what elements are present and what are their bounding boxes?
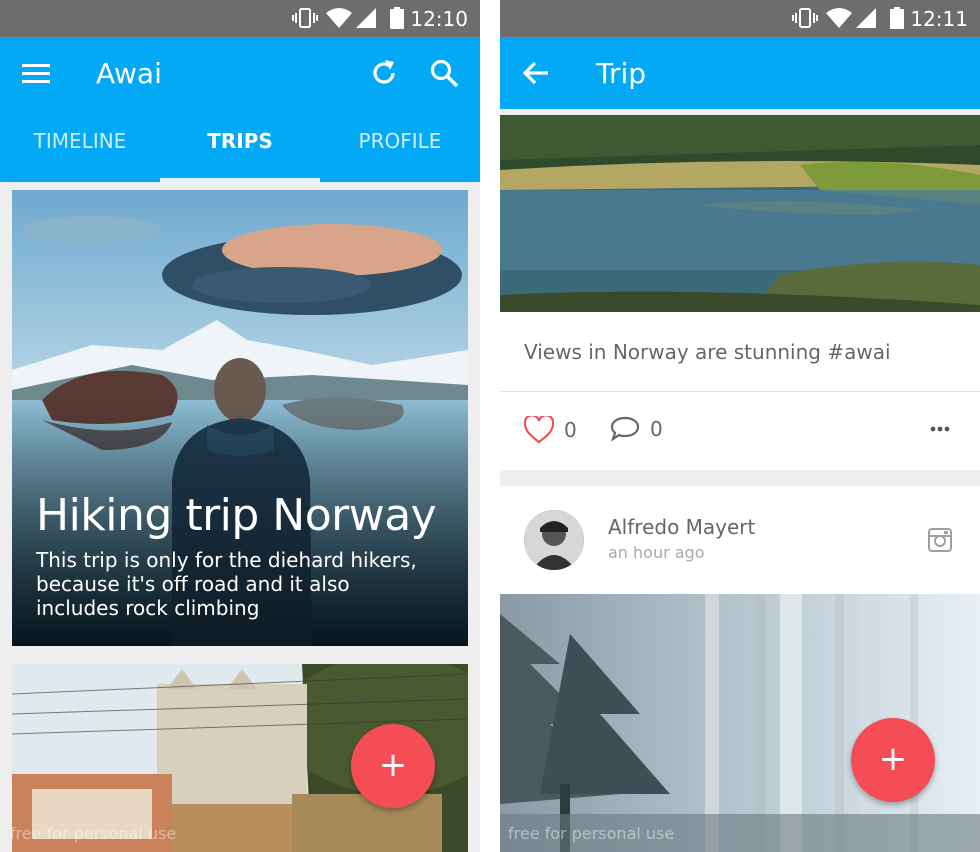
section-gap <box>500 470 980 486</box>
post-actions: 0 0 <box>500 392 980 470</box>
post-time: an hour ago <box>608 543 705 562</box>
avatar[interactable] <box>524 510 584 570</box>
tab-bar: TIMELINE TRIPS PROFILE <box>0 109 480 182</box>
refresh-icon[interactable] <box>368 57 400 89</box>
tab-label: TRIPS <box>207 129 273 153</box>
add-post-button[interactable]: + <box>851 718 935 802</box>
back-arrow-icon[interactable] <box>520 57 552 89</box>
vibrate-icon <box>792 7 818 29</box>
signal-icon <box>854 7 878 29</box>
author-name[interactable]: Alfredo Mayert <box>608 515 755 539</box>
comment-button[interactable]: 0 <box>610 416 663 442</box>
like-count: 0 <box>564 418 577 442</box>
wifi-icon <box>325 7 353 29</box>
menu-icon[interactable] <box>20 57 52 89</box>
trip-title: Hiking trip Norway <box>36 490 437 541</box>
post-caption: Views in Norway are stunning #awai <box>524 340 891 364</box>
signal-icon <box>354 7 378 29</box>
status-time: 12:11 <box>910 7 968 31</box>
instagram-icon[interactable] <box>928 528 952 552</box>
status-bar: 12:11 <box>500 0 980 37</box>
app-bar: Trip <box>500 37 980 109</box>
tab-trips[interactable]: TRIPS <box>160 109 320 182</box>
add-trip-button[interactable]: + <box>351 724 435 808</box>
battery-icon <box>889 7 905 29</box>
screen-title: Trip <box>596 57 647 90</box>
post-author: Alfredo Mayert an hour ago <box>500 486 980 594</box>
tab-label: TIMELINE <box>33 129 127 153</box>
tab-label: PROFILE <box>358 129 442 153</box>
vibrate-icon <box>292 7 318 29</box>
tab-timeline[interactable]: TIMELINE <box>0 109 160 182</box>
like-button[interactable]: 0 <box>524 416 577 444</box>
watermark: free for personal use <box>10 824 177 843</box>
watermark: free for personal use <box>508 824 675 843</box>
trip-card-norway[interactable]: Hiking trip Norway This trip is only for… <box>12 190 468 646</box>
app-bar: Awai <box>0 37 480 109</box>
battery-icon <box>389 7 405 29</box>
app-title: Awai <box>96 57 162 90</box>
tab-profile[interactable]: PROFILE <box>320 109 480 182</box>
trips-screen: 12:10 Awai TIMELINE TRIPS PROFILE Hiking… <box>0 0 480 852</box>
more-horizontal-icon[interactable] <box>930 426 950 432</box>
heart-icon <box>524 416 554 444</box>
status-bar: 12:10 <box>0 0 480 37</box>
trip-description: This trip is only for the diehard hikers… <box>36 548 417 620</box>
status-time: 12:10 <box>410 7 468 31</box>
post-image[interactable] <box>500 115 980 312</box>
comment-icon <box>610 416 640 442</box>
lake-photo <box>500 115 980 312</box>
tab-indicator <box>160 178 320 182</box>
wifi-icon <box>825 7 853 29</box>
trip-detail-screen: 12:11 Trip Views in Norway are stunning … <box>500 0 980 852</box>
comment-count: 0 <box>650 417 663 441</box>
search-icon[interactable] <box>428 57 460 89</box>
